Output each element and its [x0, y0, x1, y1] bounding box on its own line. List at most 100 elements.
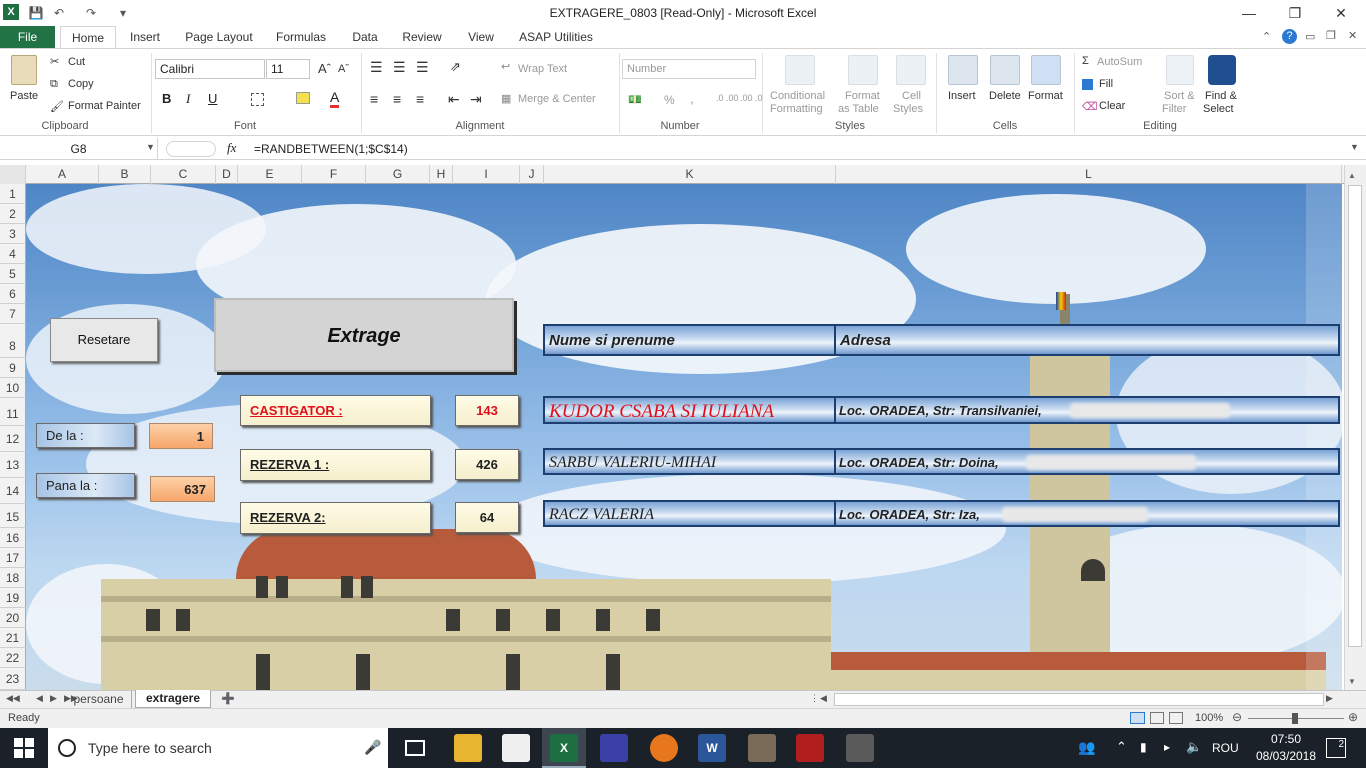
sort-filter-button-line2[interactable]: Filter	[1162, 103, 1186, 115]
clock-date[interactable]: 08/03/2018	[1252, 749, 1320, 763]
vertical-scrollbar[interactable]: ▲ ▼	[1344, 165, 1366, 690]
row-header[interactable]: 14	[0, 478, 26, 504]
normal-view-icon[interactable]	[1130, 712, 1145, 724]
row-header[interactable]: 15	[0, 504, 26, 528]
column-header[interactable]: A	[26, 165, 99, 184]
conditional-formatting-button-line2[interactable]: Formatting	[770, 103, 823, 115]
sheet-tab-persoane[interactable]: persoane	[66, 691, 132, 708]
file-explorer-icon[interactable]	[454, 734, 482, 762]
reserve2-name[interactable]: RACZ VALERIA	[543, 500, 836, 527]
row-header[interactable]: 6	[0, 284, 26, 304]
cell-styles-button[interactable]: Cell	[902, 90, 921, 102]
show-hidden-icons[interactable]: ⌃	[1116, 739, 1127, 755]
floppy-app-icon[interactable]	[600, 734, 628, 762]
scroll-left-icon[interactable]: ◀	[820, 693, 827, 704]
autosum-button[interactable]: AutoSum	[1097, 56, 1142, 68]
header-address[interactable]: Adresa	[834, 324, 1340, 356]
excel-taskbar-icon[interactable]: X	[550, 734, 578, 762]
reserve1-name[interactable]: SARBU VALERIU-MIHAI	[543, 448, 836, 475]
format-painter-button[interactable]: Format Painter	[68, 100, 141, 112]
tab-data[interactable]: Data	[346, 26, 384, 48]
orientation-icon[interactable]: ⇗	[450, 59, 461, 75]
align-top-icon[interactable]: ☰	[370, 59, 383, 76]
row-header[interactable]: 7	[0, 304, 26, 324]
fill-button[interactable]: Fill	[1099, 78, 1113, 90]
horizontal-scroll-thumb[interactable]	[834, 693, 1324, 706]
page-break-view-icon[interactable]	[1169, 712, 1183, 724]
borders-icon[interactable]	[251, 93, 264, 106]
format-painter-icon[interactable]: 🖌	[50, 100, 64, 113]
sort-filter-icon[interactable]	[1166, 55, 1194, 85]
name-box[interactable]: G8	[0, 138, 158, 160]
firefox-icon[interactable]	[650, 734, 678, 762]
row-header[interactable]: 5	[0, 264, 26, 284]
reserve1-number[interactable]: 426	[455, 449, 519, 480]
insert-function-button[interactable]: fx	[227, 140, 236, 156]
column-header[interactable]: B	[99, 165, 151, 184]
zoom-in-icon[interactable]: ⊕	[1348, 710, 1358, 724]
column-header[interactable]: D	[216, 165, 238, 184]
column-header[interactable]: C	[151, 165, 216, 184]
winner-address-cell[interactable]: Loc. ORADEA, Str: Transilvaniei,	[834, 396, 1340, 424]
format-as-table-button[interactable]: Format	[845, 90, 880, 102]
find-select-button-line2[interactable]: Select	[1203, 103, 1234, 115]
autosum-icon[interactable]: Σ	[1082, 55, 1089, 67]
cell-styles-button-line2[interactable]: Styles	[893, 103, 923, 115]
workbook-minimize-icon[interactable]: ▭	[1305, 30, 1315, 43]
tab-home[interactable]: Home	[60, 26, 116, 48]
row-header[interactable]: 11	[0, 398, 26, 426]
row-header[interactable]: 21	[0, 628, 26, 648]
align-center-icon[interactable]: ≡	[393, 91, 401, 107]
action-center-icon[interactable]: 2	[1326, 738, 1346, 758]
app-icon[interactable]	[748, 734, 776, 762]
prev-sheet-icon[interactable]: ◀	[36, 693, 43, 704]
wrap-text-icon[interactable]: ↩	[501, 60, 510, 73]
row-header[interactable]: 22	[0, 648, 26, 668]
shrink-font-icon[interactable]: Aˇ	[338, 63, 349, 75]
zoom-out-icon[interactable]: ⊖	[1232, 710, 1242, 724]
tab-review[interactable]: Review	[398, 26, 446, 48]
row-header[interactable]: 3	[0, 224, 26, 244]
row-header[interactable]: 4	[0, 244, 26, 264]
bold-button[interactable]: B	[162, 91, 171, 106]
delete-cells-icon[interactable]	[990, 55, 1020, 85]
clear-icon[interactable]: ⌫	[1082, 100, 1098, 113]
sort-filter-button[interactable]: Sort &	[1164, 90, 1195, 102]
expand-formula-bar-icon[interactable]: ▼	[1350, 142, 1359, 152]
format-as-table-icon[interactable]	[848, 55, 878, 85]
increase-indent-icon[interactable]: ⇥	[470, 91, 482, 108]
wrap-text-button[interactable]: Wrap Text	[518, 63, 567, 75]
clock-time[interactable]: 07:50	[1256, 732, 1316, 746]
row-header[interactable]: 2	[0, 204, 26, 224]
fill-color-icon[interactable]	[296, 92, 310, 104]
copy-icon[interactable]: ⧉	[50, 78, 58, 91]
find-select-button[interactable]: Find &	[1205, 90, 1237, 102]
paste-icon[interactable]	[11, 55, 37, 85]
people-icon[interactable]: 👥	[1078, 739, 1095, 756]
fill-icon[interactable]	[1082, 79, 1093, 90]
word-icon[interactable]: W	[698, 734, 726, 762]
format-cells-button[interactable]: Format	[1028, 90, 1063, 102]
next-sheet-icon[interactable]: ▶	[50, 693, 57, 704]
winner-name[interactable]: KUDOR CSABA SI IULIANA	[543, 396, 836, 424]
insert-cells-icon[interactable]	[948, 55, 978, 85]
comma-style-button[interactable]: ,	[690, 91, 694, 106]
row-header[interactable]: 18	[0, 568, 26, 588]
minimize-icon[interactable]: —	[1226, 0, 1272, 26]
sheet-tab-extragere[interactable]: extragere	[135, 690, 211, 708]
paste-button[interactable]: Paste	[10, 90, 38, 102]
volume-icon[interactable]: 🔈	[1186, 739, 1202, 755]
align-middle-icon[interactable]: ☰	[393, 59, 406, 76]
tab-insert[interactable]: Insert	[124, 26, 166, 48]
column-header[interactable]: E	[238, 165, 302, 184]
number-format-select[interactable]: Number	[622, 59, 756, 79]
tab-view[interactable]: View	[462, 26, 500, 48]
scroll-up-icon[interactable]: ▲	[1348, 171, 1356, 180]
font-color-icon[interactable]: A	[330, 89, 340, 108]
reserve2-number[interactable]: 64	[455, 502, 519, 533]
grow-font-icon[interactable]: Aˆ	[318, 61, 331, 76]
binoculars-icon[interactable]	[1208, 55, 1236, 85]
column-header[interactable]: I	[453, 165, 520, 184]
conditional-formatting-button[interactable]: Conditional	[770, 90, 825, 102]
row-header[interactable]: 20	[0, 608, 26, 628]
